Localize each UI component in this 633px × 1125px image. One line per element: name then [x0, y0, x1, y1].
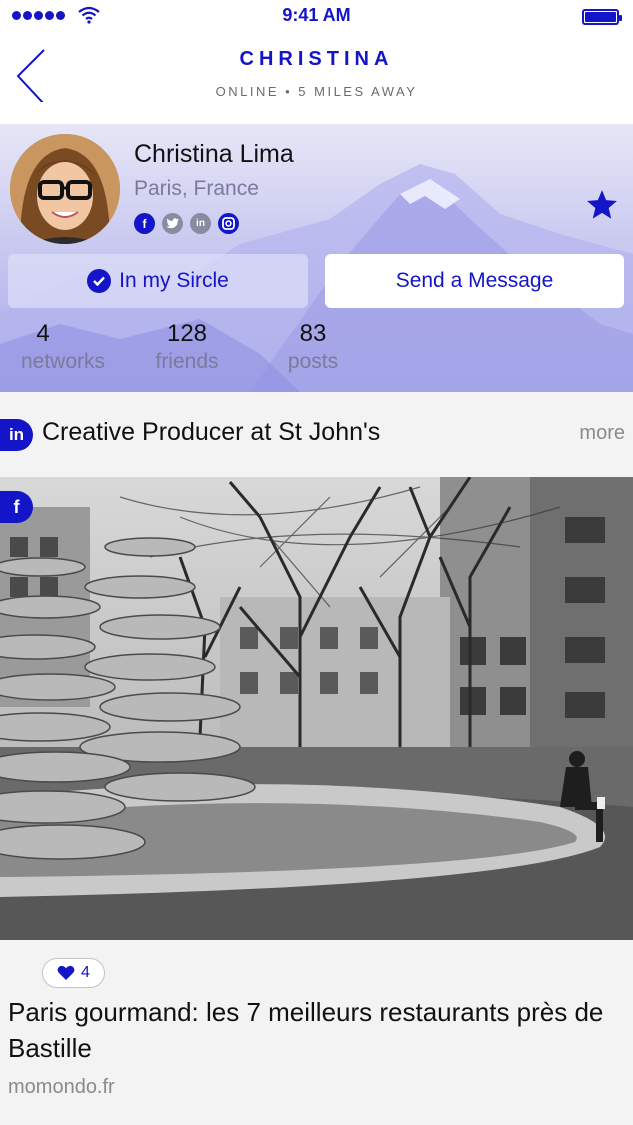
instagram-icon[interactable]: [218, 213, 239, 234]
send-message-button[interactable]: Send a Message: [325, 254, 624, 308]
twitter-icon[interactable]: [162, 213, 183, 234]
stat-label: friends: [155, 350, 219, 373]
profile-name: Christina Lima: [134, 140, 294, 168]
job-row[interactable]: in Creative Producer at St John's more: [0, 392, 633, 477]
star-icon[interactable]: [585, 188, 619, 222]
facebook-icon: f: [0, 491, 33, 523]
heart-icon: [57, 965, 75, 980]
post-title[interactable]: Paris gourmand: les 7 meilleurs restaura…: [8, 994, 628, 1066]
job-title: Creative Producer at St John's: [42, 418, 381, 446]
post-source: momondo.fr: [8, 1076, 115, 1098]
stat-value: 128: [166, 320, 208, 347]
presence-subtitle: ONLINE • 5 MILES AWAY: [215, 84, 418, 99]
like-button[interactable]: 4: [42, 958, 105, 988]
linkedin-icon: in: [0, 419, 33, 451]
page-title: CHRISTINA: [239, 48, 394, 70]
status-time: 9:41 AM: [282, 5, 351, 25]
social-links: f in: [134, 213, 239, 234]
facebook-icon[interactable]: f: [134, 213, 155, 234]
sircle-label: In my Sircle: [119, 269, 229, 292]
avatar: [10, 134, 120, 244]
stat-value: 83: [299, 320, 327, 347]
stat-networks[interactable]: 4 networks: [8, 320, 118, 374]
more-link[interactable]: more: [579, 422, 625, 445]
profile-card: Christina Lima Paris, France f in In my …: [0, 124, 633, 392]
like-count: 4: [81, 964, 90, 981]
battery-icon: [582, 9, 622, 25]
post-image[interactable]: [0, 477, 633, 940]
stat-label: networks: [20, 350, 106, 373]
stat-value: 4: [36, 320, 50, 347]
profile-location: Paris, France: [134, 177, 259, 200]
linkedin-icon[interactable]: in: [190, 213, 211, 234]
stat-label: posts: [287, 350, 339, 373]
stat-friends[interactable]: 128 friends: [144, 320, 230, 374]
post-card: 4 Paris gourmand: les 7 meilleurs restau…: [0, 940, 633, 1125]
nav-header: CHRISTINA ONLINE • 5 MILES AWAY: [0, 34, 633, 124]
in-my-sircle-button[interactable]: In my Sircle: [8, 254, 308, 308]
status-bar: 9:41 AM: [0, 0, 633, 34]
stat-posts[interactable]: 83 posts: [280, 320, 346, 374]
checkmark-icon: [87, 269, 112, 293]
